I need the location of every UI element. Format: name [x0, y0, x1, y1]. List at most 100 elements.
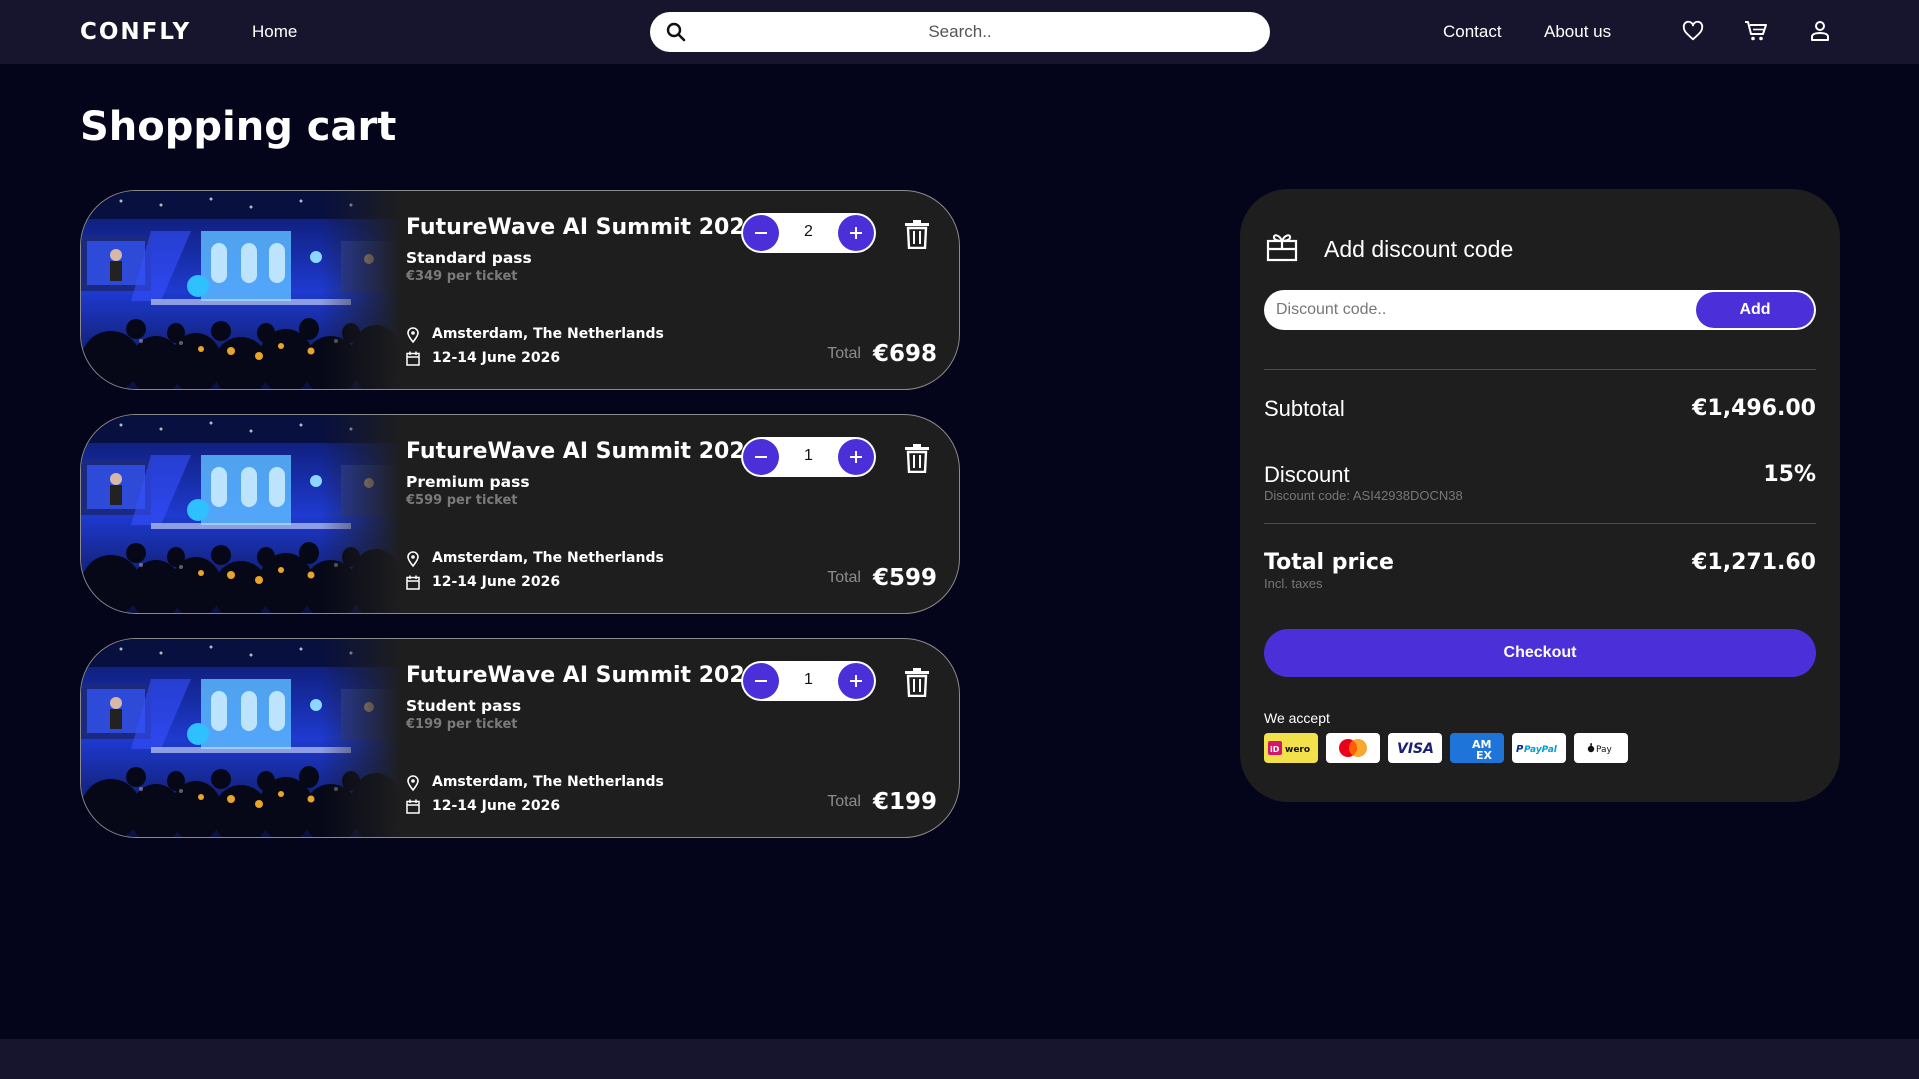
item-unit-price: €599 per ticket	[406, 493, 518, 508]
item-date-text: 12-14 June 2026	[432, 798, 561, 814]
minus-icon	[755, 456, 767, 458]
heart-icon[interactable]	[1682, 20, 1704, 42]
cart-item: FutureWave AI Summit 2026 Premium pass €…	[80, 414, 960, 614]
cart-item: FutureWave AI Summit 2026 Standard pass …	[80, 190, 960, 390]
plus-icon	[850, 451, 862, 463]
nav-link-contact[interactable]: Contact	[1443, 22, 1502, 42]
quantity-value[interactable]: 1	[781, 671, 836, 689]
apple-pay-icon: Pay	[1574, 733, 1628, 763]
quantity-value[interactable]: 1	[781, 447, 836, 465]
item-total: Total €199	[827, 789, 937, 815]
trash-icon[interactable]	[904, 443, 930, 473]
we-accept-label: We accept	[1264, 710, 1330, 726]
total-price-value: €1,271.60	[1692, 550, 1816, 575]
amex-icon: AM EX	[1450, 733, 1504, 763]
top-navbar: CONFLY Home Contact About us	[0, 0, 1919, 64]
item-total-value: €698	[872, 341, 937, 367]
mastercard-icon	[1326, 733, 1380, 763]
logo[interactable]: CONFLY	[80, 19, 191, 45]
gift-icon	[1266, 234, 1298, 262]
event-image	[81, 191, 401, 390]
quantity-stepper: 1	[741, 437, 876, 477]
decrease-quantity-button[interactable]	[743, 439, 779, 475]
location-pin-icon	[407, 775, 419, 791]
item-location-text: Amsterdam, The Netherlands	[432, 550, 664, 566]
total-price-note: Incl. taxes	[1264, 576, 1323, 591]
calendar-icon	[406, 575, 420, 590]
decrease-quantity-button[interactable]	[743, 215, 779, 251]
item-total-label: Total	[827, 345, 861, 362]
discount-code-field: Add	[1264, 290, 1816, 330]
order-summary: Add discount code Add Subtotal €1,496.00…	[1240, 189, 1840, 802]
divider	[1264, 523, 1816, 524]
item-total: Total €599	[827, 565, 937, 591]
item-total-value: €599	[872, 565, 937, 591]
discount-label: Discount	[1264, 462, 1350, 487]
item-total-label: Total	[827, 793, 861, 810]
add-discount-button[interactable]: Add	[1696, 292, 1814, 328]
checkout-button[interactable]: Checkout	[1264, 629, 1816, 677]
discount-value: 15%	[1763, 462, 1816, 487]
svg-text:PayPal: PayPal	[1524, 745, 1558, 755]
search-bar	[650, 12, 1270, 52]
discount-code-input[interactable]	[1276, 290, 1676, 330]
location-pin-icon	[407, 327, 419, 343]
quantity-stepper: 1	[741, 661, 876, 701]
svg-text:Pay: Pay	[1596, 745, 1613, 755]
cart-icon[interactable]	[1744, 20, 1768, 42]
increase-quantity-button[interactable]	[838, 439, 874, 475]
event-image	[81, 639, 401, 838]
subtotal-value: €1,496.00	[1692, 396, 1816, 421]
search-input[interactable]	[700, 12, 1220, 52]
nav-link-home[interactable]: Home	[252, 22, 297, 42]
total-price-label: Total price	[1264, 550, 1394, 575]
discount-code-applied: Discount code: ASI42938DOCN38	[1264, 488, 1463, 503]
location-pin-icon	[407, 551, 419, 567]
event-image	[81, 415, 401, 614]
svg-text:EX: EX	[1476, 749, 1493, 762]
plus-icon	[850, 675, 862, 687]
item-location-text: Amsterdam, The Netherlands	[432, 326, 664, 342]
decrease-quantity-button[interactable]	[743, 663, 779, 699]
item-title: FutureWave AI Summit 2026	[406, 663, 760, 688]
item-title: FutureWave AI Summit 2026	[406, 439, 760, 464]
discount-heading: Add discount code	[1324, 236, 1514, 262]
minus-icon	[755, 680, 767, 682]
increase-quantity-button[interactable]	[838, 663, 874, 699]
paypal-icon: P PayPal	[1512, 733, 1566, 763]
ideal-wero-icon: iD wero	[1264, 733, 1318, 763]
divider	[1264, 369, 1816, 370]
subtotal-label: Subtotal	[1264, 396, 1345, 421]
trash-icon[interactable]	[904, 219, 930, 249]
item-total-value: €199	[872, 789, 937, 815]
plus-icon	[850, 227, 862, 239]
trash-icon[interactable]	[904, 667, 930, 697]
user-icon[interactable]	[1810, 20, 1830, 42]
page-title: Shopping cart	[80, 104, 397, 150]
cart-item: FutureWave AI Summit 2026 Student pass €…	[80, 638, 960, 838]
item-pass-type: Standard pass	[406, 249, 532, 267]
item-date-text: 12-14 June 2026	[432, 574, 561, 590]
item-unit-price: €349 per ticket	[406, 269, 518, 284]
item-date-text: 12-14 June 2026	[432, 350, 561, 366]
svg-text:P: P	[1516, 744, 1524, 755]
item-title: FutureWave AI Summit 2026	[406, 215, 760, 240]
quantity-value[interactable]: 2	[781, 223, 836, 241]
footer	[0, 1039, 1919, 1079]
minus-icon	[755, 232, 767, 234]
item-unit-price: €199 per ticket	[406, 717, 518, 732]
nav-link-about[interactable]: About us	[1544, 22, 1611, 42]
item-pass-type: Student pass	[406, 697, 522, 715]
calendar-icon	[406, 351, 420, 366]
calendar-icon	[406, 799, 420, 814]
item-total: Total €698	[827, 341, 937, 367]
item-pass-type: Premium pass	[406, 473, 530, 491]
item-location-text: Amsterdam, The Netherlands	[432, 774, 664, 790]
increase-quantity-button[interactable]	[838, 215, 874, 251]
svg-text:VISA: VISA	[1397, 741, 1434, 757]
svg-text:wero: wero	[1285, 745, 1310, 755]
quantity-stepper: 2	[741, 213, 876, 253]
item-total-label: Total	[827, 569, 861, 586]
search-icon[interactable]	[666, 22, 686, 42]
svg-text:iD: iD	[1270, 745, 1280, 754]
